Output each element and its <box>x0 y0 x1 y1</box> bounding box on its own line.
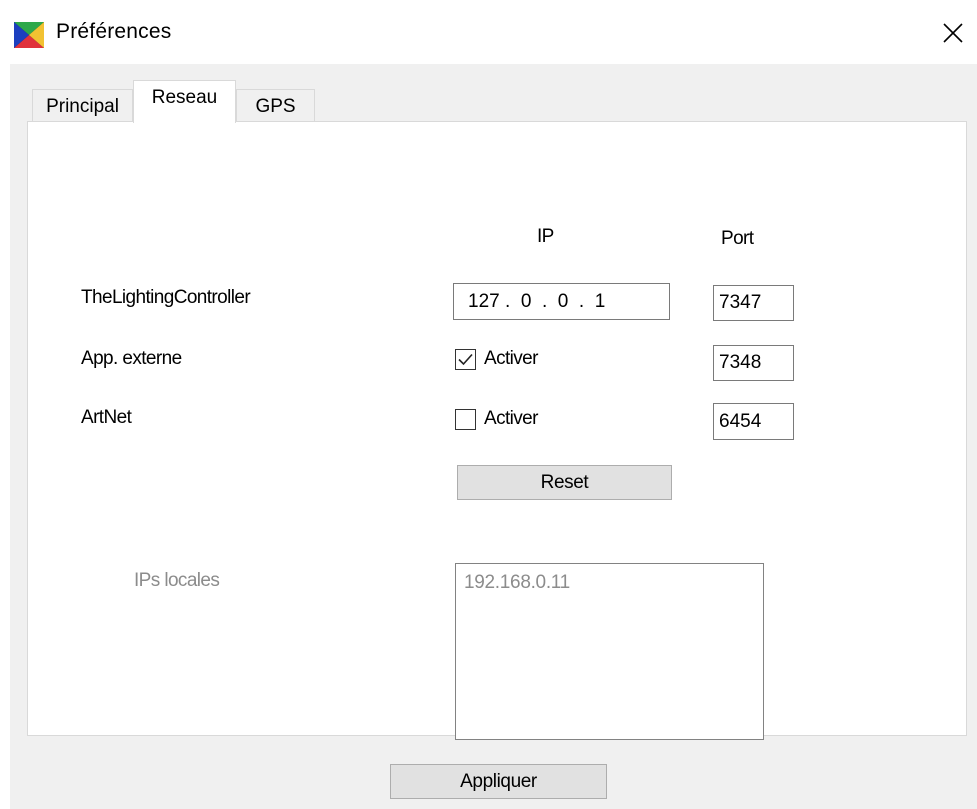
tab-principal[interactable]: Principal <box>32 89 133 122</box>
apply-button[interactable]: Appliquer <box>390 764 607 799</box>
artnet-label: ArtNet <box>81 407 132 428</box>
tab-gps[interactable]: GPS <box>236 89 315 122</box>
lighting-controller-ip-input[interactable]: 127 . 0 . 0 . 1 <box>453 283 670 320</box>
artnet-checkbox[interactable] <box>455 409 476 430</box>
port-column-header: Port <box>721 228 754 249</box>
reset-button[interactable]: Reset <box>457 465 672 500</box>
ip-value: 127 . 0 . 0 . 1 <box>468 291 606 312</box>
app-logo-icon <box>14 22 44 48</box>
tab-reseau[interactable]: Reseau <box>133 80 236 123</box>
tab-label: Reseau <box>151 87 218 108</box>
checkmark-icon <box>458 353 473 366</box>
ip-column-header: IP <box>537 226 554 247</box>
tab-label: Principal <box>46 96 119 117</box>
local-ips-listbox[interactable]: 192.168.0.11 <box>455 563 764 740</box>
preferences-window: Préférences Principal Reseau GPS IP Port… <box>0 0 977 809</box>
app-externe-checkbox[interactable] <box>455 349 476 370</box>
local-ips-label: IPs locales <box>134 570 220 591</box>
window-title: Préférences <box>56 20 172 43</box>
dialog-client-area: Principal Reseau GPS IP Port TheLighting… <box>10 64 977 809</box>
app-externe-checkbox-label[interactable]: Activer <box>484 348 538 370</box>
port-value: 7347 <box>719 292 762 313</box>
list-item[interactable]: 192.168.0.11 <box>456 564 763 594</box>
tab-label: GPS <box>255 96 296 117</box>
tab-panel-reseau: IP Port TheLightingController 127 . 0 . … <box>27 121 967 740</box>
close-icon[interactable] <box>936 14 970 50</box>
title-bar: Préférences <box>0 0 977 64</box>
lighting-controller-label: TheLightingController <box>81 287 251 308</box>
reset-button-label: Reset <box>540 472 589 493</box>
port-value: 7348 <box>719 352 762 373</box>
app-externe-label: App. externe <box>81 348 182 369</box>
apply-button-label: Appliquer <box>460 771 537 792</box>
port-value: 6454 <box>719 411 762 432</box>
artnet-checkbox-label[interactable]: Activer <box>484 408 538 430</box>
app-externe-port-input[interactable]: 7348 <box>713 345 794 381</box>
lighting-controller-port-input[interactable]: 7347 <box>713 285 794 321</box>
artnet-port-input[interactable]: 6454 <box>713 403 794 440</box>
